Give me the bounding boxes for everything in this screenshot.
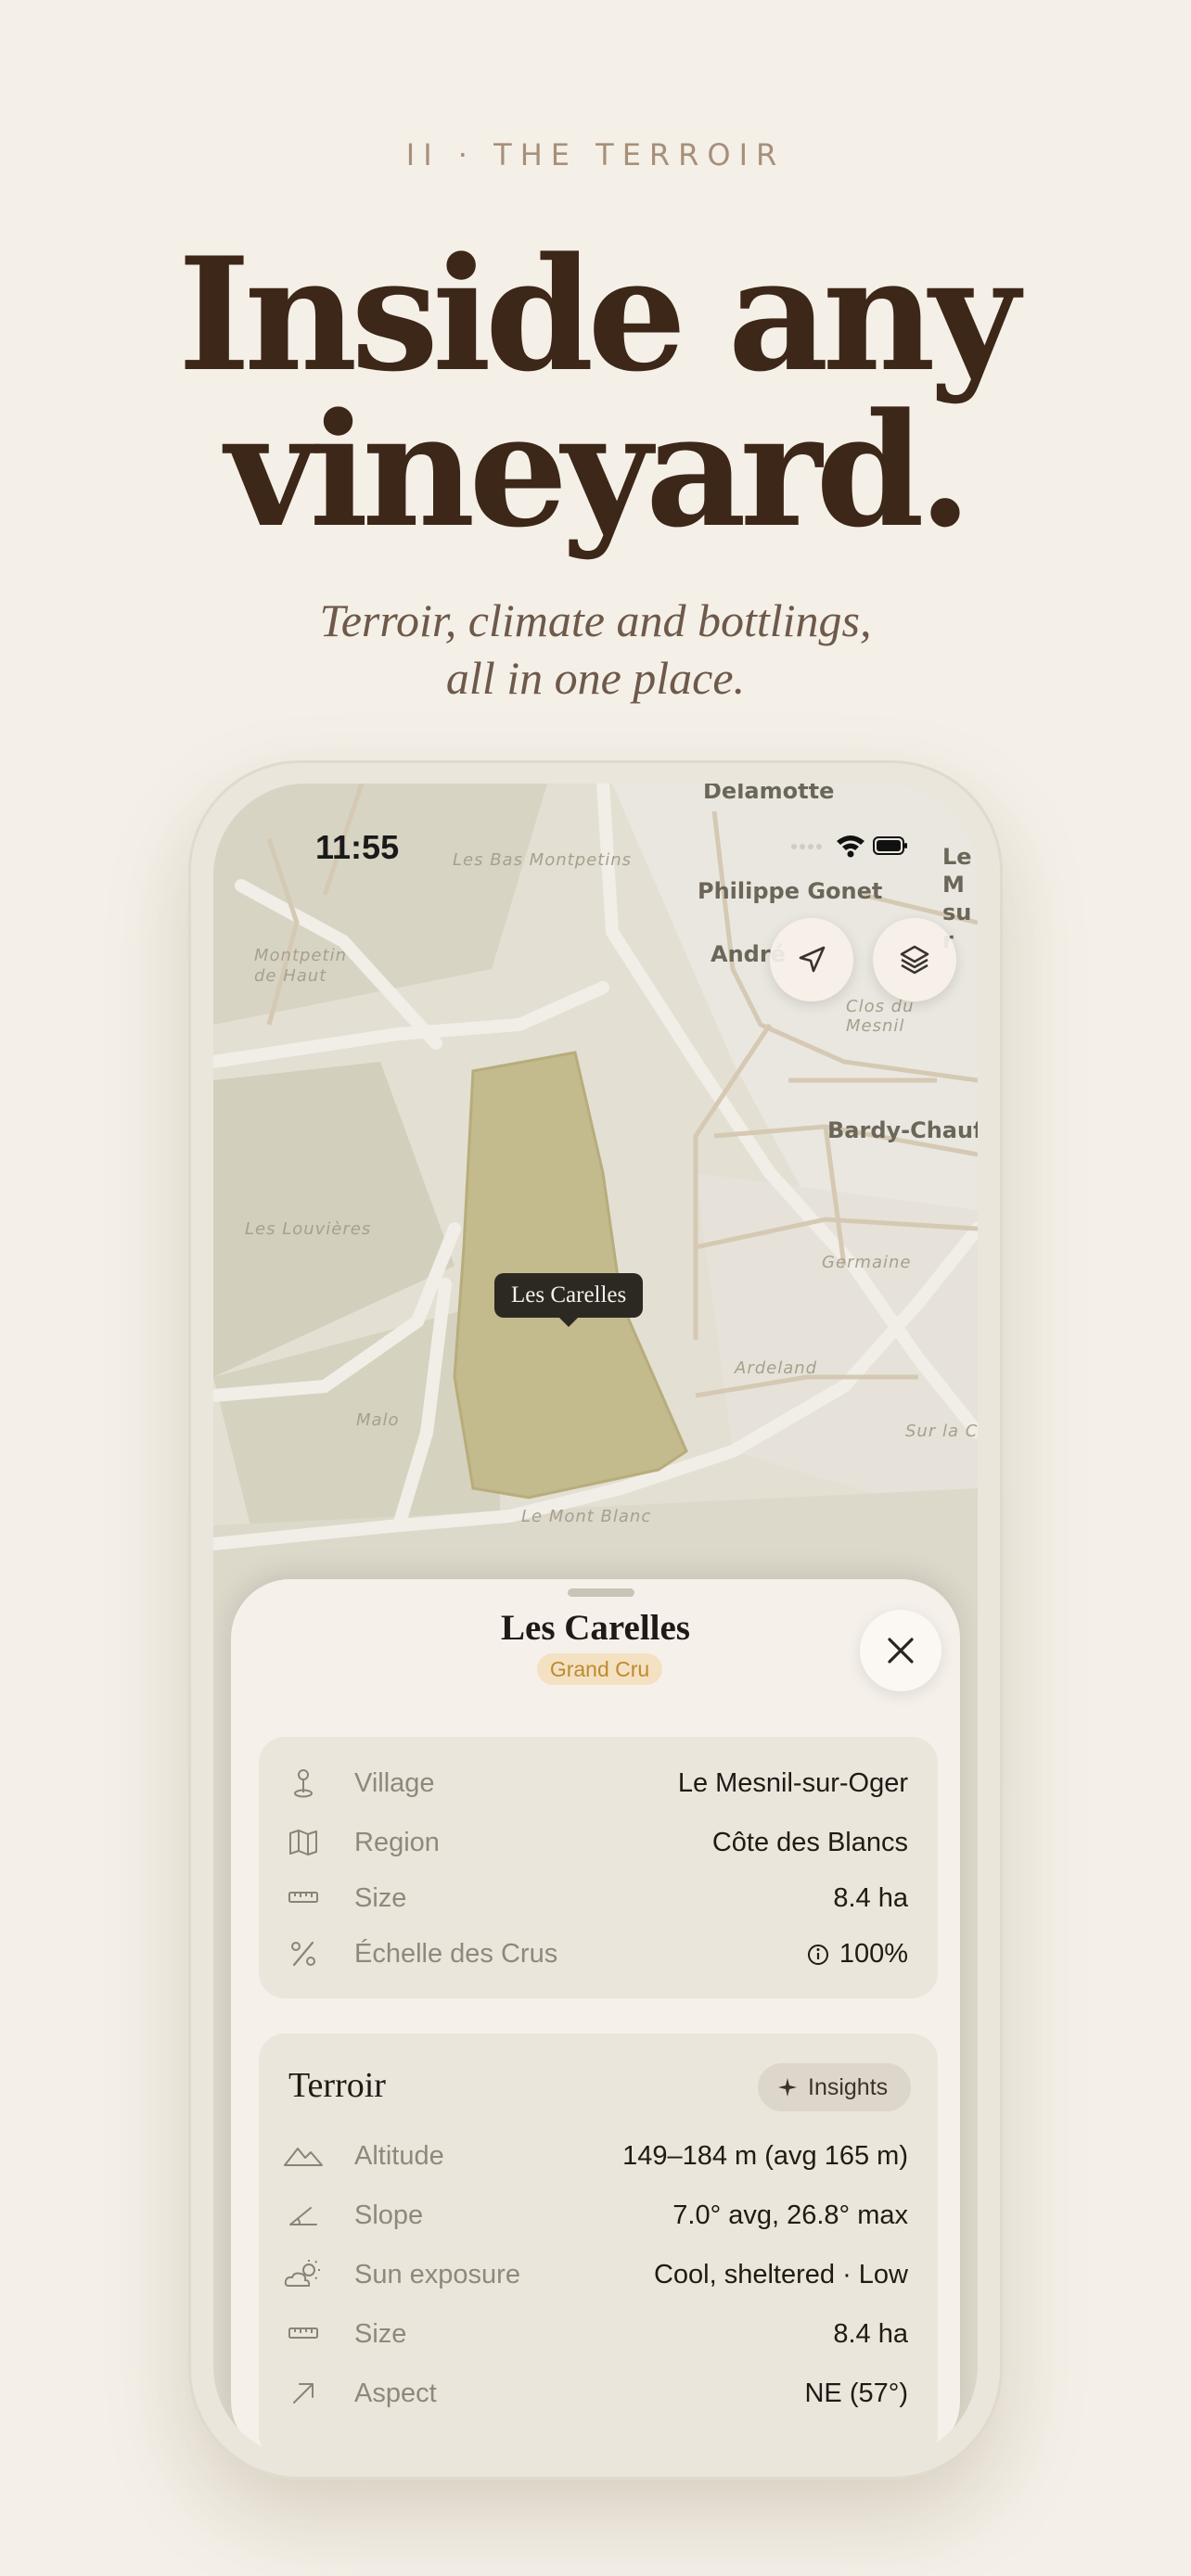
info-row-region: Region Côte des Blancs: [259, 1824, 938, 1865]
info-label: Region: [354, 1828, 440, 1857]
wifi-icon: [837, 835, 864, 858]
ruler-icon: [288, 2327, 318, 2339]
terroir-label: Sun exposure: [354, 2260, 520, 2289]
terroir-label: Altitude: [354, 2141, 444, 2171]
terroir-value: 7.0° avg, 26.8° max: [672, 2200, 908, 2230]
terroir-card: Terroir Insights Altitude 149–184 m (avg…: [259, 2034, 938, 2458]
map-label-les-louvieres: Les Louvières: [245, 1219, 372, 1239]
parcel-tooltip: Les Carelles: [494, 1273, 644, 1327]
terroir-row-altitude: Altitude 149–184 m (avg 165 m): [259, 2137, 938, 2178]
info-circle-icon: [807, 1945, 828, 1965]
terroir-row-slope: Slope 7.0° avg, 26.8° max: [259, 2197, 938, 2238]
terroir-label: Aspect: [354, 2378, 437, 2408]
percent-icon: [291, 1941, 315, 1967]
map-label-philippe-gonet: Philippe Gonet: [698, 878, 883, 904]
sun-cloud-icon: [284, 2260, 320, 2287]
terroir-label: Size: [354, 2319, 407, 2349]
map-label-le-mont-blanc: Le Mont Blanc: [521, 1507, 652, 1526]
map-label-malo: Malo: [356, 1410, 400, 1430]
map-label-ardeland: Ardeland: [735, 1358, 818, 1378]
locate-button[interactable]: [770, 918, 853, 1001]
sheet-title: Les Carelles: [501, 1608, 690, 1648]
vineyard-detail-sheet: Les Carelles Grand Cru Village Le Mesnil…: [231, 1579, 960, 2458]
layers-icon: [900, 945, 929, 975]
close-icon: [888, 1638, 914, 1664]
map-icon: [289, 1830, 317, 1855]
terroir-label: Slope: [354, 2200, 424, 2230]
info-value: 8.4 ha: [833, 1883, 908, 1913]
info-value: Côte des Blancs: [711, 1828, 908, 1857]
map-label-sur-la-co: Sur la Co: [905, 1422, 978, 1441]
slope-icon: [289, 2207, 317, 2225]
info-row-size: Size 8.4 ha: [259, 1880, 938, 1920]
info-card: Village Le Mesnil-sur-Oger Region Côte d…: [259, 1737, 938, 1998]
headline-line-1: Inside any: [177, 223, 1020, 406]
map-label-clos-du-mesnil: Clos du Mesnil: [846, 997, 915, 1036]
headline: Inside any vineyard.: [0, 236, 1191, 548]
battery-icon: [873, 836, 907, 855]
info-row-echelle: Échelle des Crus 100%: [259, 1935, 938, 1976]
echelle-value: 100%: [839, 1939, 908, 1969]
map-label-les-bas-montpetins: Les Bas Montpetins: [453, 850, 633, 870]
terroir-title: Terroir: [288, 2066, 386, 2105]
phone-screen: Les Bas Montpetins Montpetin de Haut Del…: [213, 784, 978, 2458]
info-label: Échelle des Crus: [354, 1939, 558, 1969]
insights-label: Insights: [808, 2074, 889, 2100]
status-time: 11:55: [315, 828, 400, 866]
info-row-village: Village Le Mesnil-sur-Oger: [259, 1765, 938, 1805]
terroir-row-aspect: Aspect NE (57°): [259, 2375, 938, 2416]
headline-line-2: vineyard.: [224, 378, 972, 562]
arrow-up-right-icon: [293, 2383, 314, 2404]
terroir-value: 149–184 m (avg 165 m): [622, 2141, 908, 2171]
classification-badge: Grand Cru: [537, 1653, 662, 1685]
terroir-row-size: Size 8.4 ha: [259, 2315, 938, 2356]
map-label-bardy-chauffe: Bardy-Chauffe: [827, 1117, 978, 1143]
terroir-value: 8.4 ha: [833, 2319, 908, 2349]
sparkle-icon: [778, 2078, 797, 2097]
signal-icon: [791, 844, 822, 849]
terroir-value: NE (57°): [804, 2378, 908, 2408]
subtitle: Terroir, climate and bottlings, all in o…: [0, 592, 1191, 707]
subtitle-line-2: all in one place.: [445, 652, 746, 704]
map-label-delamotte: Delamotte: [703, 784, 835, 804]
info-value[interactable]: 100%: [806, 1939, 908, 1970]
layers-button[interactable]: [873, 918, 956, 1001]
subtitle-line-1: Terroir, climate and bottlings,: [319, 594, 872, 646]
phone-frame: Les Bas Montpetins Montpetin de Haut Del…: [188, 760, 1003, 2480]
insights-button[interactable]: Insights: [758, 2063, 911, 2111]
mountains-icon: [284, 2148, 323, 2166]
info-label: Size: [354, 1883, 407, 1913]
info-label: Village: [354, 1768, 435, 1798]
info-value: Le Mesnil-sur-Oger: [677, 1768, 908, 1798]
pin-icon: [294, 1769, 313, 1798]
section-eyebrow: II · THE TERROIR: [405, 137, 786, 172]
map-label-montpetin-de-haut: Montpetin de Haut: [254, 946, 347, 986]
location-arrow-icon: [799, 946, 826, 973]
close-button[interactable]: [860, 1610, 941, 1691]
terroir-value: Cool, sheltered · Low: [653, 2260, 908, 2289]
status-icons: [788, 832, 909, 864]
map-label-germaine: Germaine: [822, 1253, 912, 1272]
terroir-row-sun: Sun exposure Cool, sheltered · Low: [259, 2256, 938, 2297]
ruler-icon: [288, 1892, 318, 1903]
sheet-grabber[interactable]: [568, 1588, 634, 1597]
